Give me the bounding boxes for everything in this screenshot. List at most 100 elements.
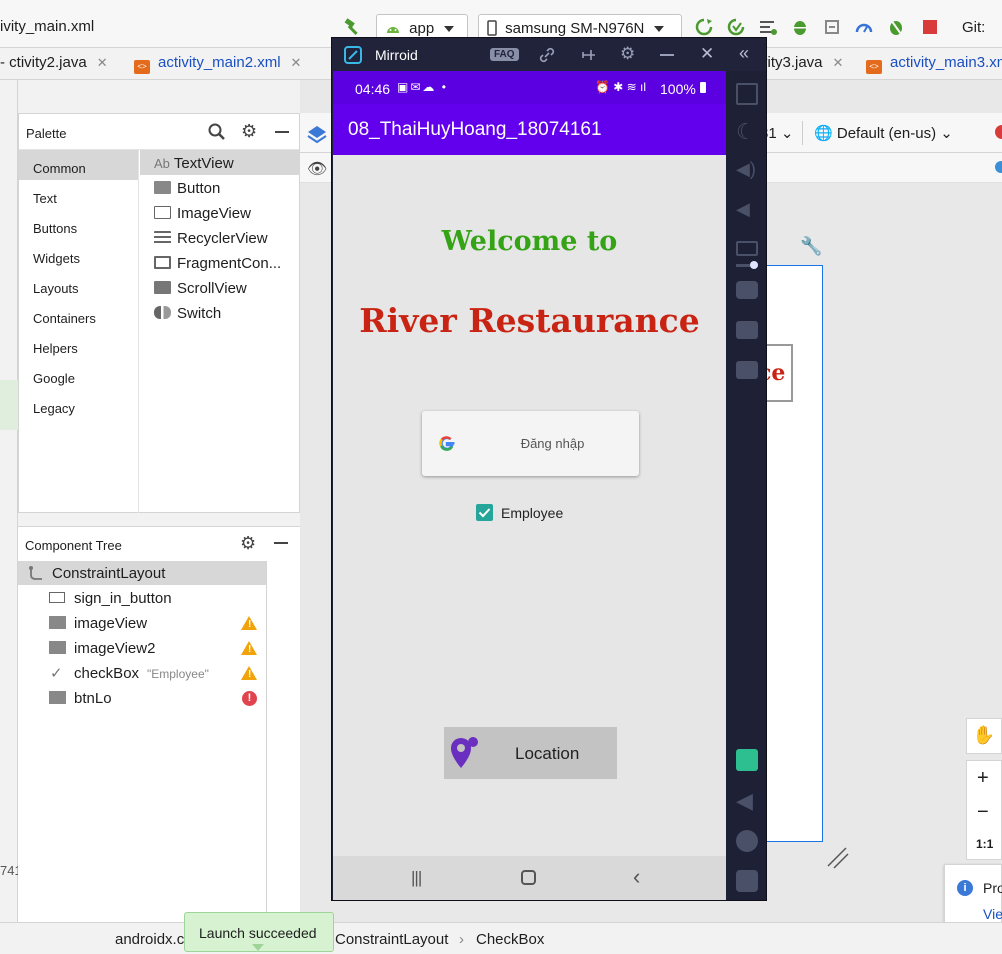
error-icon[interactable]: ! [242, 691, 257, 706]
sleep-moon-icon[interactable]: ☾ [736, 119, 758, 144]
zoom-out-button[interactable]: − [977, 801, 989, 824]
palette-category-google[interactable]: Google [19, 360, 138, 390]
collapse-sidebar-icon[interactable]: « [739, 43, 749, 64]
constraint-layout-icon [29, 566, 42, 580]
warning-icon[interactable]: ! [241, 641, 257, 655]
zoom-fit-button[interactable]: 1:1 [976, 837, 993, 851]
tree-node-checkbox[interactable]: ✓ checkBox "Employee" ! [18, 661, 266, 686]
home-circle-icon[interactable] [736, 830, 758, 852]
gear-icon[interactable]: ⚙ [241, 121, 257, 142]
tree-node-imageview[interactable]: imageView ! [18, 611, 266, 636]
breadcrumb-item[interactable]: androidx.c [115, 931, 184, 948]
logcat-icon[interactable] [759, 18, 777, 36]
home-icon[interactable] [521, 870, 536, 885]
palette-category-buttons[interactable]: Buttons [19, 210, 138, 240]
palette-item-imageview[interactable]: ImageView [140, 200, 300, 225]
palette-item-label: Button [177, 180, 221, 197]
gear-icon[interactable]: ⚙ [240, 533, 256, 554]
files-icon[interactable] [736, 321, 758, 339]
tab-activity2-java[interactable]: - ctivity2.java ✕ [0, 54, 108, 71]
attach-debugger-icon[interactable] [823, 18, 841, 36]
back-triangle-icon[interactable]: ◀ [736, 788, 758, 813]
recent-apps-icon[interactable]: ||| [411, 868, 422, 888]
tree-root-row[interactable]: ConstraintLayout [18, 561, 267, 585]
close-icon[interactable]: ✕ [291, 55, 302, 70]
close-icon[interactable]: ✕ [833, 55, 844, 70]
volume-up-icon[interactable]: ◀) [736, 159, 758, 181]
build-hammer-icon[interactable] [343, 18, 361, 36]
tree-node-imageview2[interactable]: imageView2 ! [18, 636, 266, 661]
locale-dropdown[interactable]: 🌐 Default (en-us) ⌄ [814, 124, 953, 142]
tree-node-btnlo[interactable]: btnLo ! [18, 686, 266, 711]
palette-category-common[interactable]: Common [19, 150, 138, 180]
palette-category-text[interactable]: Text [19, 180, 138, 210]
breadcrumb-item[interactable]: ConstraintLayout [335, 931, 448, 948]
link-icon[interactable] [538, 46, 556, 64]
palette-item-textview[interactable]: Ab TextView [140, 150, 300, 175]
palette-item-switch[interactable]: Switch [140, 300, 300, 325]
keyboard-icon[interactable] [736, 241, 758, 256]
zoom-in-button[interactable]: + [977, 767, 989, 790]
google-sign-in-button[interactable]: Đăng nhập [422, 411, 639, 476]
toast-pointer [252, 944, 264, 951]
info-indicator-icon[interactable] [995, 161, 1002, 173]
tab-activity-main2-xml[interactable]: <> activity_main2.xml ✕ [134, 54, 301, 74]
record-video-icon[interactable] [736, 361, 758, 379]
pan-hand-button[interactable]: ✋ [966, 718, 1002, 754]
debug-app-icon[interactable] [887, 18, 905, 36]
mirroid-sidebar: ☾ ◀) ◀ ◀ [726, 71, 766, 900]
system-status-icons: ⏰ ✱ ≋ ıl [595, 80, 647, 94]
switch-screen-icon[interactable] [736, 749, 758, 771]
palette-category-helpers[interactable]: Helpers [19, 330, 138, 360]
volume-down-icon[interactable]: ◀ [736, 199, 758, 221]
debug-bug-icon[interactable] [791, 18, 809, 36]
stop-icon[interactable] [923, 20, 937, 34]
palette-category-legacy[interactable]: Legacy [19, 390, 138, 420]
employee-checkbox-label[interactable]: Employee [501, 505, 563, 521]
palette-category-widgets[interactable]: Widgets [19, 240, 138, 270]
faq-button[interactable]: FAQ [490, 48, 519, 61]
error-indicator-icon[interactable] [995, 125, 1002, 139]
profiler-gauge-icon[interactable] [855, 18, 873, 36]
close-icon[interactable]: ✕ [97, 55, 108, 70]
apply-code-changes-icon[interactable] [727, 18, 745, 36]
gear-icon[interactable]: ⚙ [620, 44, 635, 64]
fullscreen-icon[interactable] [736, 83, 758, 105]
minimize-icon[interactable] [274, 542, 288, 544]
resize-handle-icon[interactable] [826, 846, 850, 870]
palette-item-recyclerview[interactable]: RecyclerView [140, 225, 300, 250]
tab-label: ctivity2.java [9, 54, 87, 71]
breadcrumb-item[interactable]: CheckBox [476, 931, 544, 948]
layers-icon[interactable] [306, 123, 328, 145]
popup-link[interactable]: Vie [983, 906, 1002, 922]
tree-node-sign-in-button[interactable]: sign_in_button [18, 586, 266, 611]
palette-item-button[interactable]: Button [140, 175, 300, 200]
notification-icons: ▣✉☁ • [397, 80, 448, 94]
palette-category-layouts[interactable]: Layouts [19, 270, 138, 300]
employee-checkbox[interactable] [476, 504, 493, 521]
camera-icon[interactable] [736, 281, 758, 299]
phone-screen[interactable]: 04:46 ▣✉☁ • ⏰ ✱ ≋ ıl 100% 08_ThaiHuyHoan… [333, 71, 726, 900]
back-icon[interactable]: ‹ [633, 864, 640, 890]
recent-square-icon[interactable] [736, 870, 758, 892]
warning-icon[interactable]: ! [241, 616, 257, 630]
minimize-icon[interactable] [660, 54, 674, 56]
slider-thumb[interactable] [750, 261, 758, 269]
divider [802, 121, 803, 145]
palette-category-containers[interactable]: Containers [19, 300, 138, 330]
palette-item-scrollview[interactable]: ScrollView [140, 275, 300, 300]
eye-icon[interactable]: 👁 [307, 159, 327, 179]
tab-activity3-java[interactable]: vity3.java ✕ [760, 54, 843, 71]
file-title: ivity_main.xml [0, 18, 95, 35]
tab-activity-main3-xml[interactable]: <> activity_main3.xml [866, 54, 1002, 74]
wrench-icon[interactable]: 🔧 [800, 236, 822, 257]
apply-changes-icon[interactable] [695, 18, 713, 36]
warning-icon[interactable]: ! [241, 666, 257, 680]
location-button[interactable]: Location [444, 727, 617, 779]
minimize-icon[interactable] [275, 131, 289, 133]
search-icon[interactable] [208, 123, 226, 141]
palette-item-fragmentcontainer[interactable]: FragmentCon... [140, 250, 300, 275]
tree-node-label: sign_in_button [74, 590, 172, 607]
close-icon[interactable]: ✕ [700, 44, 714, 64]
pin-icon[interactable] [580, 46, 598, 64]
